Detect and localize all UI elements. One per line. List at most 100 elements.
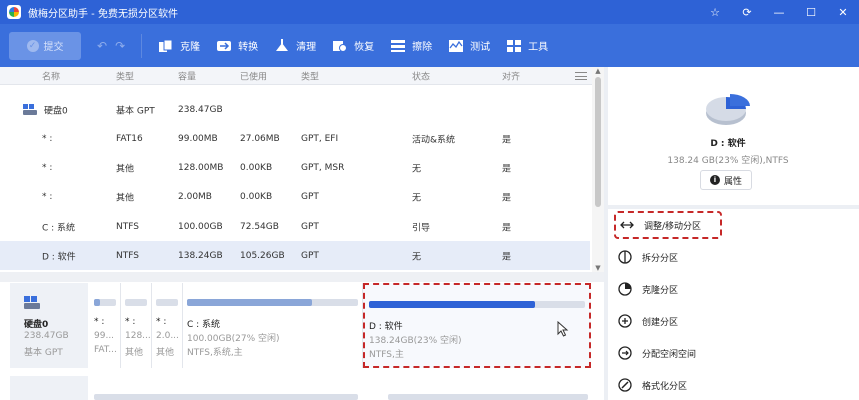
table-row[interactable]: * : FAT16 99.00MB 27.06MB GPT, EFI 活动&系统…: [0, 124, 590, 153]
cell-capacity: 100.00GB: [178, 221, 223, 232]
partition-size: 2.0...: [156, 331, 179, 341]
action-label: 拆分分区: [642, 253, 679, 264]
partition-block[interactable]: [90, 376, 362, 400]
table-row-selected[interactable]: D : 软件 NTFS 138.24GB 105.26GB GPT 无 是: [0, 241, 590, 270]
table-row[interactable]: 硬盘0 基本 GPT 238.47GB: [0, 95, 590, 124]
partition-block[interactable]: C : 系统 100.00GB(27% 空闲) NTFS,系统,主: [183, 283, 363, 368]
panel-separator: [608, 205, 859, 209]
partition-table: 名称 类型 容量 已使用 类型 状态 对齐 硬盘0 基本 GPT 238.47G…: [0, 67, 604, 272]
scroll-down-icon[interactable]: ▼: [592, 264, 604, 272]
col-type[interactable]: 类型: [116, 69, 134, 82]
tool-recover[interactable]: 恢复: [332, 38, 374, 53]
table-scrollbar[interactable]: ▲ ▼: [592, 67, 604, 272]
tools-icon: [507, 39, 522, 52]
create-partition-icon: [618, 314, 632, 328]
table-row[interactable]: * : 其他 128.00MB 0.00KB GPT, MSR 无 是: [0, 153, 590, 182]
disk-map: 硬盘0 238.47GB 基本 GPT * : 99... FAT... * :…: [10, 283, 594, 368]
col-name[interactable]: 名称: [42, 69, 60, 82]
info-icon: i: [709, 175, 720, 185]
cell-type: 其他: [116, 193, 135, 203]
action-create-partition[interactable]: 创建分区: [614, 307, 844, 335]
cell-fs: GPT, MSR: [301, 162, 345, 173]
scroll-up-icon[interactable]: ▲: [592, 67, 604, 75]
partition-block[interactable]: * : 2.0... 其他: [152, 283, 183, 368]
cell-fs: GPT: [301, 221, 319, 232]
col-align[interactable]: 对齐: [502, 69, 520, 82]
table-row[interactable]: * : 其他 2.00MB 0.00KB GPT 无 是: [0, 182, 590, 211]
tool-tools[interactable]: 工具: [506, 38, 548, 53]
cell-used: 27.06MB: [240, 133, 280, 144]
undo-icon[interactable]: ↶: [97, 39, 107, 53]
refresh-icon[interactable]: ⟳: [731, 6, 763, 19]
partition-label: * :: [94, 317, 105, 327]
cell-align: 是: [502, 223, 512, 233]
window-controls: ☆ ⟳ — ☐ ✕: [699, 0, 859, 24]
tool-clean[interactable]: 清理: [274, 38, 316, 53]
cell-name: * :: [42, 191, 53, 202]
disk-map-next: [10, 376, 594, 400]
tool-wipe[interactable]: 擦除: [390, 38, 432, 53]
clone-icon: [159, 39, 173, 52]
cell-status: 无: [412, 164, 422, 174]
cell-used: 0.00KB: [240, 162, 273, 173]
action-format[interactable]: 格式化分区: [614, 371, 844, 399]
partition-label: D : 软件: [369, 322, 403, 332]
column-menu-icon[interactable]: [575, 72, 587, 80]
partition-block[interactable]: [384, 376, 592, 400]
app-logo-icon: [7, 5, 21, 19]
action-label: 调整/移动分区: [644, 221, 702, 232]
partition-block[interactable]: * : 99... FAT...: [90, 283, 121, 368]
cell-type: 基本 GPT: [116, 106, 155, 116]
cell-align: 是: [502, 252, 512, 262]
scrollbar-thumb[interactable]: [595, 77, 601, 207]
col-capacity[interactable]: 容量: [178, 69, 196, 82]
cell-status: 引导: [412, 223, 431, 233]
cell-name: D : 软件: [42, 252, 76, 262]
partition-block[interactable]: * : 128... 其他: [121, 283, 152, 368]
col-used[interactable]: 已使用: [240, 69, 267, 82]
usage-fill: [369, 301, 536, 308]
cell-type: FAT16: [116, 133, 143, 144]
partition-fs: 其他: [125, 348, 144, 358]
partition-pie-icon: [706, 94, 750, 125]
redo-icon[interactable]: ↷: [115, 39, 125, 53]
disk-size: 238.47GB: [24, 331, 69, 341]
col-status[interactable]: 状态: [412, 69, 430, 82]
col-fs-type[interactable]: 类型: [301, 69, 319, 82]
submit-label: 提交: [43, 42, 64, 53]
disk-card[interactable]: [10, 376, 88, 400]
cell-align: 是: [502, 164, 512, 174]
close-button[interactable]: ✕: [827, 6, 859, 19]
split-icon: [618, 250, 632, 264]
table-row[interactable]: C : 系统 NTFS 100.00GB 72.54GB GPT 引导 是: [0, 212, 590, 241]
properties-label: 属性: [723, 176, 742, 187]
tool-clone[interactable]: 克隆: [158, 38, 200, 53]
mouse-cursor-icon: [557, 321, 569, 337]
partition-label: * :: [125, 317, 136, 327]
cell-status: 活动&系统: [412, 135, 456, 145]
action-split[interactable]: 拆分分区: [614, 243, 844, 271]
cell-type: 其他: [116, 164, 135, 174]
pane-splitter[interactable]: [0, 272, 604, 282]
usage-bar: [125, 299, 147, 306]
maximize-button[interactable]: ☐: [795, 6, 827, 19]
action-resize-move[interactable]: 调整/移动分区: [614, 211, 722, 239]
operations-panel: D : 软件 138.24 GB(23% 空闲),NTFS i 属性 调整/移动…: [608, 67, 859, 400]
cell-fs: GPT: [301, 250, 319, 261]
test-icon: [449, 39, 464, 52]
selected-partition-info: 138.24 GB(23% 空闲),NTFS: [667, 156, 789, 166]
properties-button[interactable]: i 属性: [700, 170, 752, 190]
tool-test[interactable]: 测试: [448, 38, 490, 53]
disk-card[interactable]: 硬盘0 238.47GB 基本 GPT: [10, 283, 88, 368]
action-clone-partition[interactable]: 克隆分区: [614, 275, 844, 303]
favorite-icon[interactable]: ☆: [699, 6, 731, 19]
resize-move-icon: [620, 221, 634, 229]
tool-convert[interactable]: 转换: [216, 38, 258, 53]
cell-status: 无: [412, 193, 422, 203]
minimize-button[interactable]: —: [763, 6, 795, 19]
action-allocate-space[interactable]: 分配空闲空间: [614, 339, 844, 367]
selected-partition-title: D : 软件: [710, 139, 746, 149]
cell-name: 硬盘0: [44, 106, 68, 116]
submit-button[interactable]: ✓ 提交: [9, 31, 81, 60]
action-label: 创建分区: [642, 317, 679, 328]
